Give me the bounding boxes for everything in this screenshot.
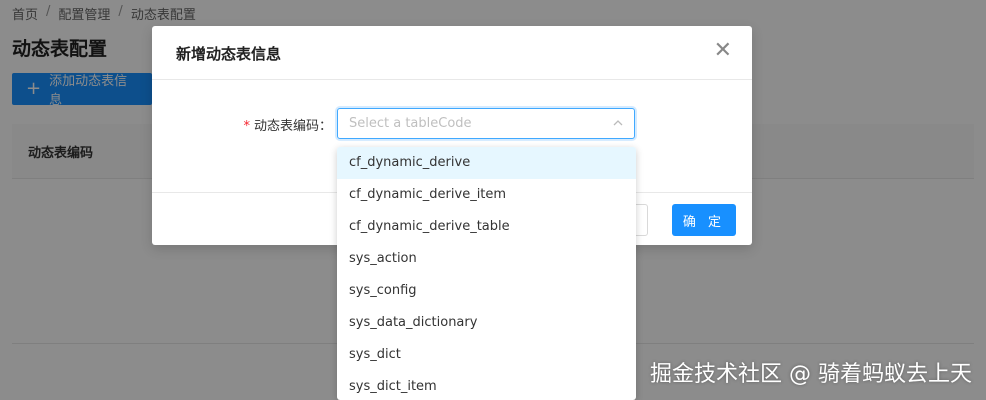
form-label-colon: ： [318,119,332,134]
dropdown-option[interactable]: sys_config [337,275,636,307]
chevron-up-icon [613,120,623,126]
table-code-select[interactable]: Select a tableCode [337,108,635,139]
close-icon[interactable]: ✕ [714,40,732,62]
select-dropdown: cf_dynamic_derive cf_dynamic_derive_item… [337,147,636,400]
form-label: * 动态表编码： [243,115,332,134]
form-row-table-code: * 动态表编码： Select a tableCode [152,108,752,140]
dropdown-option[interactable]: sys_data_dictionary [337,307,636,339]
dropdown-option[interactable]: sys_dict [337,339,636,371]
modal-title: 新增动态表信息 [176,45,282,63]
required-mark: * [243,119,250,134]
dropdown-option[interactable]: cf_dynamic_derive [337,147,636,179]
form-label-text: 动态表编码 [253,119,319,134]
watermark: 掘金技术社区 @ 骑着蚂蚁去上天 [650,362,972,387]
dropdown-option[interactable]: sys_dict_item [337,371,636,400]
dropdown-option[interactable]: cf_dynamic_derive_item [337,179,636,211]
dropdown-option[interactable]: cf_dynamic_derive_table [337,211,636,243]
ok-button[interactable]: 确 定 [672,204,736,236]
select-placeholder: Select a tableCode [349,116,472,131]
dropdown-option[interactable]: sys_action [337,243,636,275]
modal-header: 新增动态表信息 ✕ [152,26,752,80]
